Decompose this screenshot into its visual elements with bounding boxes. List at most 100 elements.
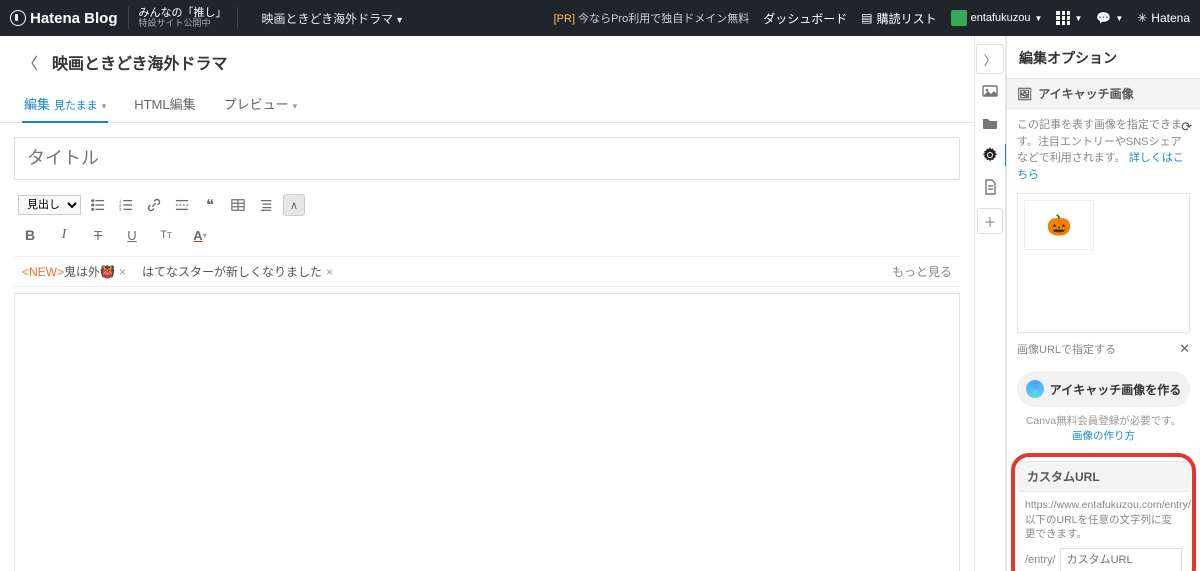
reload-icon[interactable]: ⟳ <box>1181 117 1192 137</box>
textcolor-button[interactable]: A▾ <box>188 224 212 246</box>
close-icon[interactable]: × <box>326 265 333 279</box>
unordered-list-icon[interactable] <box>87 194 109 216</box>
close-icon[interactable]: × <box>119 265 126 279</box>
canva-note: Canva無料会員登録が必要です。 画像の作り方 <box>1007 413 1200 443</box>
title-input[interactable] <box>14 137 960 180</box>
tab-edit[interactable]: 編集見たまま ▾ <box>22 86 108 122</box>
underline-button[interactable]: U <box>120 224 144 246</box>
section-eyecatch-label: アイキャッチ画像 <box>1038 85 1133 102</box>
editor-main: 〈 映画ときどき海外ドラマ 編集見たまま ▾ HTML編集 プレビュー ▾ 見出し … <box>0 36 974 571</box>
section-customurl-label: カスタムURL <box>1027 468 1100 485</box>
quote-icon[interactable]: ❝ <box>199 194 221 216</box>
hatena-label: Hatena <box>1151 11 1190 25</box>
back-button[interactable]: 〈 <box>22 50 38 74</box>
table-icon[interactable] <box>227 194 249 216</box>
pr-banner[interactable]: [PR] 今ならPro利用で独自ドメイン無料 <box>554 10 750 26</box>
section-customurl: カスタムURL <box>1017 461 1190 492</box>
toc-icon[interactable] <box>255 194 277 216</box>
collapse-panel-button[interactable]: 〉 <box>976 44 1004 74</box>
blog-selector[interactable]: 映画ときどき海外ドラマ▼ <box>262 10 405 27</box>
link-icon[interactable] <box>143 194 165 216</box>
breadcrumb: 〈 映画ときどき海外ドラマ <box>0 36 974 80</box>
tab-preview[interactable]: プレビュー ▾ <box>222 86 300 122</box>
pr-tag: [PR] <box>554 13 575 25</box>
caret-icon[interactable]: ∧ <box>283 194 305 216</box>
news-more-link[interactable]: もっと見る <box>892 263 952 280</box>
chevron-down-icon: ▾ <box>102 101 107 111</box>
avatar-icon <box>951 10 967 26</box>
reading-list-label: 購読リスト <box>877 10 937 27</box>
svg-text:3: 3 <box>119 207 122 212</box>
gear-icon[interactable] <box>976 140 1004 170</box>
close-icon[interactable]: ✕ <box>1179 341 1190 357</box>
chat-icon: 💬 <box>1096 11 1111 25</box>
header-right: [PR] 今ならPro利用で独自ドメイン無料 ダッシュボード ▤ 購読リスト e… <box>554 10 1190 27</box>
canva-note-text: Canva無料会員登録が必要です。 <box>1026 415 1181 427</box>
image-icon: 🖼 <box>1017 87 1032 101</box>
editor-tabs: 編集見たまま ▾ HTML編集 プレビュー ▾ <box>0 80 974 123</box>
hatena-link[interactable]: ✳ Hatena <box>1137 11 1190 25</box>
chevron-down-icon: ▼ <box>1074 14 1082 23</box>
tab-edit-sublabel: 見たまま <box>54 100 98 112</box>
hatena-logo[interactable]: Hatena Blog <box>10 10 118 27</box>
blog-name: 映画ときどき海外ドラマ <box>262 12 394 26</box>
italic-button[interactable]: I <box>52 224 76 246</box>
reading-list-link[interactable]: ▤ 購読リスト <box>861 10 936 27</box>
page-title: 映画ときどき海外ドラマ <box>52 50 228 74</box>
panel-title: 編集オプション <box>1007 36 1200 78</box>
side-toolstrip: 〉 ＋ <box>974 36 1006 571</box>
canva-icon <box>1026 380 1044 398</box>
divider <box>237 7 238 29</box>
tab-preview-label: プレビュー <box>224 97 289 112</box>
bold-button[interactable]: B <box>18 224 42 246</box>
new-tag: <NEW> <box>22 265 64 279</box>
eyecatch-description: この記事を表す画像を指定できます。注目エントリーやSNSシェアなどで利用されます… <box>1007 109 1200 189</box>
chevron-down-icon: ▼ <box>1115 14 1123 23</box>
customurl-input[interactable] <box>1060 548 1182 571</box>
folder-icon[interactable] <box>976 108 1004 138</box>
tab-html-label: HTML編集 <box>134 97 195 112</box>
book-icon: ▤ <box>861 11 872 25</box>
chevron-down-icon: ▾ <box>293 101 298 111</box>
promo-link[interactable]: みんなの「推し」 特設サイト公開中 <box>139 7 227 29</box>
eyecatch-thumbnail[interactable]: 🎃 <box>1017 193 1190 333</box>
create-eyecatch-button[interactable]: アイキャッチ画像を作る <box>1017 371 1190 407</box>
readmore-icon[interactable] <box>171 194 193 216</box>
chevron-down-icon: ▼ <box>395 15 404 25</box>
global-header: Hatena Blog みんなの「推し」 特設サイト公開中 映画ときどき海外ドラ… <box>0 0 1200 36</box>
apps-menu[interactable]: ▼ <box>1056 11 1082 25</box>
edit-options-panel: 編集オプション 🖼 アイキャッチ画像 この記事を表す画像を指定できます。注目エン… <box>1006 36 1200 571</box>
editor-body[interactable] <box>14 293 960 571</box>
image-url-label[interactable]: 画像URLで指定する <box>1017 341 1116 357</box>
news-item-2[interactable]: はてなスターが新しくなりました <box>142 263 322 280</box>
customurl-input-row: /entry/ <box>1017 548 1190 571</box>
dashboard-link[interactable]: ダッシュボード <box>763 10 847 27</box>
chat-menu[interactable]: 💬 ▼ <box>1096 11 1123 25</box>
fontsize-button[interactable]: TT <box>154 224 178 246</box>
sparkle-icon: ✳ <box>1137 11 1147 25</box>
account-menu[interactable]: entafukuzou ▼ <box>951 10 1043 26</box>
hatena-logo-text: Hatena Blog <box>30 10 118 27</box>
plus-icon[interactable]: ＋ <box>977 208 1003 234</box>
promo-line2: 特設サイト公開中 <box>139 19 227 29</box>
grid-icon <box>1056 11 1070 25</box>
ordered-list-icon[interactable]: 123 <box>115 194 137 216</box>
heading-select[interactable]: 見出し <box>18 195 81 215</box>
chevron-down-icon: ▼ <box>1035 14 1043 23</box>
photo-icon[interactable] <box>976 76 1004 106</box>
editor-toolbar-1: 見出し 123 ❝ ∧ <box>14 190 960 220</box>
customurl-description: https://www.entafukuzou.com/entry/以下のURL… <box>1017 492 1190 548</box>
image-howto-link[interactable]: 画像の作り方 <box>1007 428 1200 443</box>
tab-edit-label: 編集 <box>24 97 50 112</box>
divider <box>128 7 129 29</box>
announcement-bar: <NEW> 鬼は外👹 × はてなスターが新しくなりました × もっと見る <box>14 256 960 287</box>
pr-text: 今ならPro利用で独自ドメイン無料 <box>578 13 749 25</box>
strikethrough-button[interactable]: T <box>86 224 110 246</box>
customurl-prefix: /entry/ <box>1025 554 1056 566</box>
username: entafukuzou <box>971 12 1031 24</box>
eyecatch-thumbnail-image: 🎃 <box>1024 200 1094 250</box>
document-icon[interactable] <box>976 172 1004 202</box>
tab-html[interactable]: HTML編集 <box>132 86 197 122</box>
image-url-row: 画像URLで指定する ✕ <box>1017 341 1190 357</box>
news-item-1[interactable]: 鬼は外👹 <box>64 263 115 280</box>
